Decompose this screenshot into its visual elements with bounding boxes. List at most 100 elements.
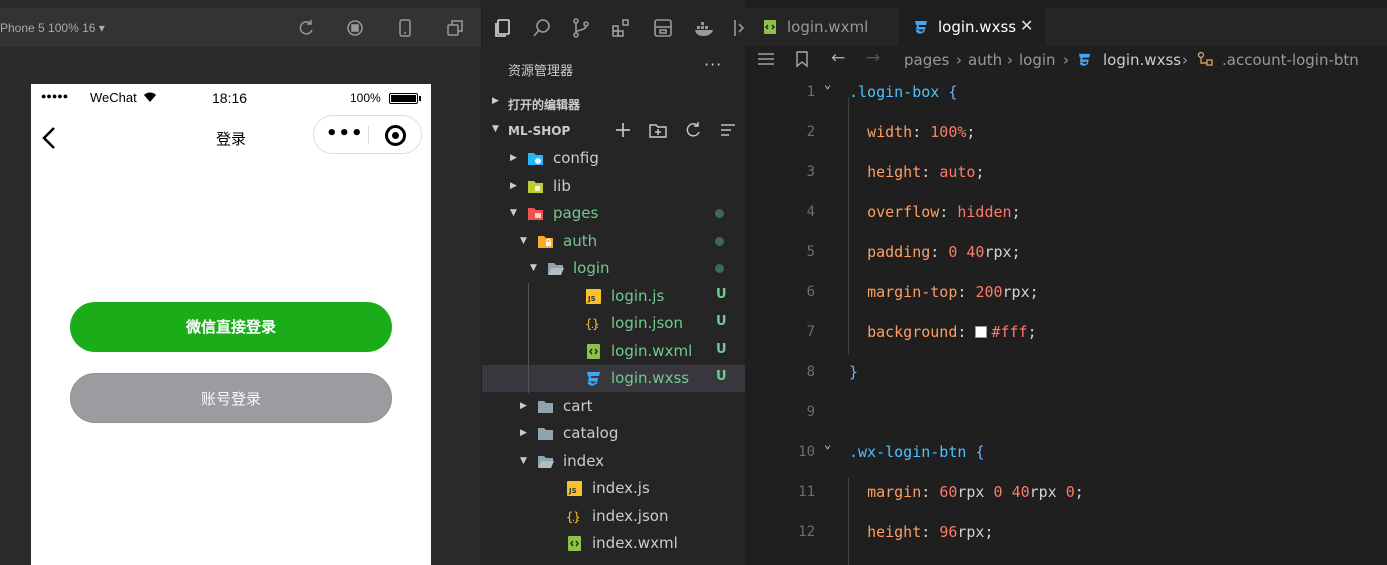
color-swatch-icon[interactable] — [975, 326, 988, 338]
crumb-auth[interactable]: auth — [968, 51, 1002, 69]
code-token: width — [867, 123, 913, 141]
project-tools — [614, 121, 744, 141]
search-icon[interactable] — [531, 17, 553, 39]
tree-item-index-js[interactable]: JS index.js — [482, 475, 746, 502]
tree-item-index-wxml[interactable]: index.wxml — [482, 530, 746, 557]
list-icon[interactable] — [756, 50, 776, 72]
new-folder-icon[interactable] — [649, 121, 667, 139]
tree-item-cart[interactable]: ▶ cart — [482, 393, 746, 420]
explorer-more-icon[interactable]: ··· — [704, 55, 722, 74]
bookmark-icon[interactable] — [795, 50, 809, 72]
json-file-icon: {}.. — [566, 508, 583, 525]
refresh-icon[interactable] — [296, 18, 316, 38]
wechat-login-button[interactable]: 微信直接登录 — [70, 302, 392, 352]
tree-item-config[interactable]: ▶ config — [482, 145, 746, 172]
new-file-icon[interactable] — [614, 121, 632, 139]
project-section[interactable]: ▼ ML-SHOP — [482, 118, 746, 144]
folder-icon — [547, 260, 564, 277]
wxml-file-icon — [566, 535, 583, 552]
extensions-icon[interactable] — [610, 17, 632, 39]
crumb-sep-icon: › — [1182, 51, 1188, 69]
collapse-all-icon[interactable] — [719, 121, 737, 139]
tree-item-label: login.wxml — [611, 341, 693, 360]
git-status-badge: U — [716, 341, 727, 357]
code-token: rpx — [984, 243, 1012, 261]
tab-login-wxml[interactable]: login.wxml — [745, 8, 895, 46]
code-token: margin — [867, 483, 922, 501]
docker-icon[interactable] — [693, 17, 715, 39]
tree-item-lib[interactable]: ▶ lib — [482, 173, 746, 200]
crumb-pages[interactable]: pages — [904, 51, 949, 69]
tree-item-auth[interactable]: ▼ auth — [482, 228, 746, 255]
device-select[interactable]: Phone 5 100% 16 ▾ — [0, 21, 105, 35]
code-token: : — [921, 483, 940, 501]
js-file-icon: JS — [585, 288, 602, 305]
tree-item-catalog[interactable]: ▶ catalog — [482, 420, 746, 447]
code-token: 0 — [1065, 483, 1075, 501]
code-token: ; — [975, 163, 985, 181]
code-line: .login-box { — [849, 83, 957, 101]
breadcrumb: ← → pages › auth › login › login.wxss › … — [745, 46, 1387, 74]
tree-item-login-wxml[interactable]: login.wxml U — [482, 338, 746, 365]
code-token: rpx — [957, 523, 985, 541]
code-token: : — [930, 243, 949, 261]
chevron-right-icon: ▶ — [510, 153, 517, 163]
tree-item-pages[interactable]: ▼ pages — [482, 200, 746, 227]
files-icon[interactable] — [492, 17, 514, 39]
fold-chevron-icon[interactable]: ⌄ — [824, 77, 831, 91]
source-control-icon[interactable] — [570, 17, 592, 39]
editor-tabs: login.wxml login.wxss ✕ — [745, 8, 1387, 46]
split-icon[interactable] — [732, 17, 746, 39]
tree-item-label: login — [573, 259, 610, 277]
code-token: rpx — [1002, 283, 1030, 301]
folder-icon — [537, 453, 554, 470]
line-number: 2 — [806, 124, 815, 140]
modified-dot — [715, 209, 724, 218]
line-number: 12 — [798, 524, 815, 540]
chevron-down-icon: ▼ — [520, 235, 527, 246]
open-editors-section[interactable]: ▶ 打开的编辑器 — [482, 90, 746, 116]
storage-icon[interactable] — [652, 17, 674, 39]
tree-item-label: index — [563, 451, 605, 470]
phone-screen: ●●●●● WeChat 18:16 100% 登录 ••• 微信直接登录 账号… — [31, 84, 431, 565]
code-line: width: 100%; — [849, 123, 975, 141]
project-label: ML-SHOP — [508, 124, 571, 138]
forward-nav-icon[interactable]: → — [866, 48, 880, 68]
code-line: padding: 0 40rpx; — [849, 243, 1021, 261]
close-tab-icon[interactable]: ✕ — [1020, 16, 1033, 35]
code-token: 40 — [1011, 483, 1030, 501]
tree-item-login-wxss[interactable]: login.wxss U — [482, 365, 746, 392]
tree-item-login-js[interactable]: JS login.js U — [482, 283, 746, 310]
code-token: height — [867, 163, 922, 181]
code-token: rpx — [957, 483, 985, 501]
tree-item-login-json[interactable]: {}.. login.json U — [482, 310, 746, 337]
code-token: 0 — [993, 483, 1003, 501]
wxml-file-icon — [585, 343, 602, 360]
close-target-icon[interactable] — [385, 125, 406, 146]
crumb-symbol[interactable]: .account-login-btn — [1222, 51, 1359, 69]
account-login-button[interactable]: 账号登录 — [70, 373, 392, 423]
menu-capsule: ••• — [313, 115, 422, 154]
tree-item-index-json[interactable]: {}.. index.json — [482, 503, 746, 530]
code-token: 40 — [966, 243, 985, 261]
phone-icon[interactable] — [395, 18, 415, 38]
tab-login-wxss[interactable]: login.wxss ✕ — [899, 8, 1045, 46]
stop-icon[interactable] — [345, 18, 365, 38]
fold-chevron-icon[interactable]: ⌄ — [824, 437, 831, 451]
line-number: 5 — [806, 244, 815, 260]
more-dots-icon[interactable]: ••• — [326, 125, 364, 143]
back-nav-icon[interactable]: ← — [831, 48, 845, 68]
code-token: .wx-login-btn — [849, 443, 967, 461]
tree-item-index[interactable]: ▼ index — [482, 448, 746, 475]
line-number: 4 — [806, 204, 815, 220]
detach-window-icon[interactable] — [445, 18, 465, 38]
crumb-file[interactable]: login.wxss — [1103, 51, 1181, 69]
tree-item-login[interactable]: ▼ login — [482, 255, 746, 282]
refresh-explorer-icon[interactable] — [684, 121, 702, 139]
code-line: margin-top: 200rpx; — [849, 283, 1039, 301]
code-area[interactable]: 1 ⌄ .login-box {2 width: 100%; 3 height: au… — [745, 73, 1387, 565]
code-token: } — [849, 363, 859, 381]
crumb-login[interactable]: login — [1019, 51, 1056, 69]
code-line: background: #fff; — [849, 323, 1037, 341]
